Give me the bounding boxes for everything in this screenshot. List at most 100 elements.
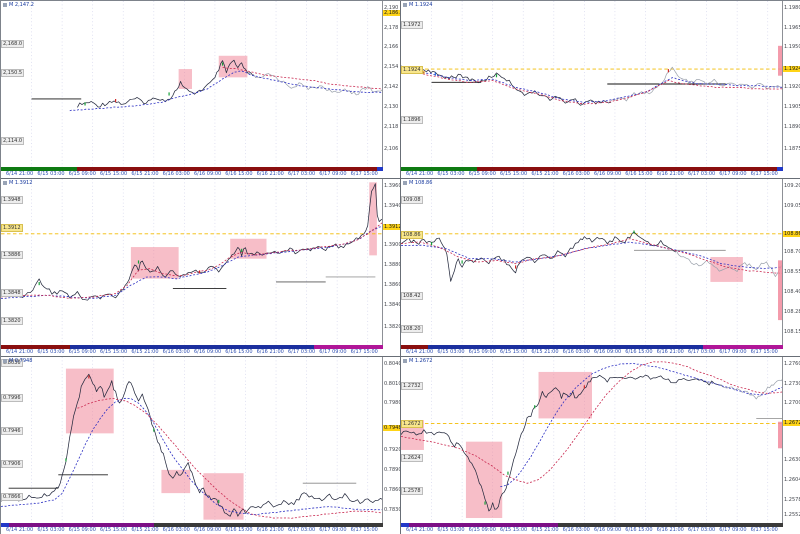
level-price-label: 0.7946 — [1, 427, 23, 436]
instrument-icon — [403, 359, 407, 363]
price-axis-label: 2,106 — [384, 145, 399, 152]
chart-panel-bottom-left[interactable]: 0.8036 0.7996 0.7946 0.7906 0.7866 0.8040 0.8… — [1, 357, 401, 534]
chart-title-text: M 2,147.2 — [9, 2, 34, 8]
time-axis-label: 6/15 15:00 — [499, 527, 528, 533]
chart-panel-middle-right[interactable]: 109.08 108.86 108.42 108.20 109.20 109.05 108… — [401, 179, 800, 357]
time-axis-label: 6/15 03:00 — [37, 171, 65, 177]
instrument-icon — [403, 181, 407, 185]
chart-plot-area[interactable]: 109.08 108.86 108.42 108.20 — [401, 179, 783, 345]
time-axis-label: 6/17 15:00 — [350, 527, 378, 533]
time-axis-label: 6/17 03:00 — [687, 349, 716, 355]
time-axis-label: 6/15 09:00 — [468, 527, 496, 533]
time-axis-label: 6/16 21:00 — [256, 171, 284, 177]
time-axis-label: 6/15 09:00 — [68, 349, 96, 355]
chart-plot-area[interactable]: 2,168.0 2,150.5 2,114.0 — [1, 1, 383, 167]
price-axis[interactable]: 1.2760 1.2730 1.2700 1.2630 1.2604 1.2578 1.25… — [782, 357, 800, 523]
price-axis-label: 1.2552 — [784, 511, 800, 518]
time-axis-label: 6/16 15:00 — [225, 171, 253, 177]
time-axis-label: 6/16 09:00 — [593, 349, 622, 355]
price-axis-label: 109.05 — [784, 202, 800, 209]
level-price-label: 109.08 — [401, 195, 423, 204]
chart-panel-top-left[interactable]: 2,168.0 2,150.5 2,114.0 2,190 2,178 2,166 2,1… — [1, 1, 401, 179]
time-axis-label: 6/15 03:00 — [437, 171, 465, 177]
time-axis-label: 6/16 21:00 — [256, 349, 284, 355]
chart-plot-area[interactable]: 1.3948 1.3912 1.3886 1.3848 1.3820 — [1, 179, 383, 345]
chart-panel-middle-left[interactable]: 1.3948 1.3912 1.3886 1.3848 1.3820 1.3960 1.3… — [1, 179, 401, 357]
level-price-label: 1.3948 — [1, 195, 23, 204]
price-axis-label: 1.3820 — [384, 323, 401, 330]
chart-canvas[interactable] — [1, 1, 383, 167]
time-axis-label: 6/15 21:00 — [131, 349, 159, 355]
price-axis-label: 1.2700 — [784, 400, 800, 407]
time-axis-label: 6/17 15:00 — [750, 171, 778, 177]
price-axis-label: 2,130 — [384, 104, 399, 111]
time-axis-label: 6/17 15:00 — [750, 527, 778, 533]
time-axis-label: 6/16 03:00 — [562, 171, 590, 177]
time-axis-label: 6/16 15:00 — [225, 349, 253, 355]
time-axis: 6/14 21:00 6/15 03:00 6/15 09:00 6/15 15:00… — [1, 171, 383, 178]
price-axis[interactable]: 0.8040 0.8010 0.7980 0.7920 0.7890 0.7860 0.78… — [382, 357, 400, 523]
time-axis: 6/14 21:00 6/15 03:00 6/15 09:00 6/15 15:00… — [401, 527, 783, 534]
chart-plot-area[interactable]: 1.2732 1.2672 1.2624 1.2578 — [401, 357, 783, 523]
last-price-label: 0.7948 — [383, 425, 401, 432]
level-price-label: 2,168.0 — [1, 39, 25, 48]
chart-canvas[interactable] — [1, 179, 383, 345]
time-axis-label: 6/14 21:00 — [406, 349, 434, 355]
level-price-label: 0.7906 — [1, 460, 23, 469]
chart-plot-area[interactable]: 0.8036 0.7996 0.7946 0.7906 0.7866 — [1, 357, 383, 523]
price-axis-label: 108.40 — [784, 288, 800, 295]
price-axis-label: 1.2630 — [784, 456, 800, 463]
chart-canvas[interactable] — [401, 179, 783, 345]
price-axis-label: 1.3940 — [384, 202, 401, 209]
last-price-label: 1.2672 — [783, 420, 800, 427]
time-axis-label: 6/15 15:00 — [499, 171, 528, 177]
chart-canvas[interactable] — [401, 1, 783, 167]
price-axis-label: 1.3860 — [384, 282, 401, 289]
price-axis-label: 1.3900 — [384, 242, 401, 249]
level-price-label: 108.86 — [401, 230, 423, 239]
time-axis-label: 6/16 03:00 — [162, 527, 190, 533]
chart-panel-top-right[interactable]: 1.1972 1.1924 1.1896 1.1980 1.1965 1.1950 1.1… — [401, 1, 800, 179]
time-axis-label: 6/15 21:00 — [531, 171, 559, 177]
time-axis-label: 6/17 03:00 — [687, 527, 716, 533]
price-axis-label: 1.1950 — [784, 44, 800, 51]
price-axis[interactable]: 109.20 109.05 108.70 108.55 108.40 108.28 108.… — [782, 179, 800, 345]
chart-plot-area[interactable]: 1.1972 1.1924 1.1896 — [401, 1, 783, 167]
time-axis-label: 6/16 21:00 — [656, 171, 684, 177]
time-axis-label: 6/16 09:00 — [193, 527, 222, 533]
chart-canvas[interactable] — [401, 357, 783, 523]
time-axis: 6/14 21:00 6/15 03:00 6/15 09:00 6/15 15:00… — [401, 171, 783, 178]
multi-chart-workspace: 2,168.0 2,150.5 2,114.0 2,190 2,178 2,166 2,1… — [0, 0, 800, 534]
time-axis-label: 6/16 21:00 — [656, 527, 684, 533]
price-axis-label: 1.1905 — [784, 104, 800, 111]
level-price-label: 1.3886 — [1, 250, 23, 259]
price-axis-label: 2,166 — [384, 44, 399, 51]
price-axis-label: 1.2730 — [784, 380, 800, 387]
level-price-label: 1.2672 — [401, 420, 423, 429]
time-axis-label: 6/14 21:00 — [406, 171, 434, 177]
price-axis-label: 1.3960 — [384, 182, 401, 189]
price-axis[interactable]: 1.1980 1.1965 1.1950 1.1920 1.1905 1.1890 1.18… — [782, 1, 800, 167]
instrument-icon — [403, 3, 407, 7]
time-axis-label: 6/14 21:00 — [6, 527, 34, 533]
chart-title-text: M 108.86 — [409, 180, 433, 186]
instrument-icon — [3, 181, 7, 185]
price-axis-label: 1.2760 — [784, 360, 800, 367]
chart-title: M 1.2672 — [403, 358, 432, 364]
price-axis-label: 1.3840 — [384, 302, 401, 309]
chart-title-text: M 1.3912 — [9, 180, 33, 186]
last-price-label: 2,186.2 — [383, 9, 400, 16]
instrument-icon — [3, 3, 7, 7]
time-axis-label: 6/17 03:00 — [687, 171, 716, 177]
chart-panel-bottom-right[interactable]: 1.2732 1.2672 1.2624 1.2578 1.2760 1.2730 1.2… — [401, 357, 800, 534]
price-axis[interactable]: 2,190 2,178 2,166 2,154 2,142 2,130 2,118 2,106… — [382, 1, 400, 167]
time-axis-label: 6/15 21:00 — [531, 527, 559, 533]
chart-canvas[interactable] — [1, 357, 383, 523]
time-axis-label: 6/15 21:00 — [531, 349, 559, 355]
time-axis-label: 6/17 09:00 — [719, 349, 747, 355]
time-axis-label: 6/15 03:00 — [37, 349, 65, 355]
time-axis-label: 6/16 21:00 — [656, 349, 684, 355]
price-axis[interactable]: 1.3960 1.3940 1.3900 1.3880 1.3860 1.3840 1.38… — [382, 179, 400, 345]
time-axis-label: 6/15 09:00 — [468, 349, 496, 355]
time-axis-label: 6/16 15:00 — [625, 527, 653, 533]
